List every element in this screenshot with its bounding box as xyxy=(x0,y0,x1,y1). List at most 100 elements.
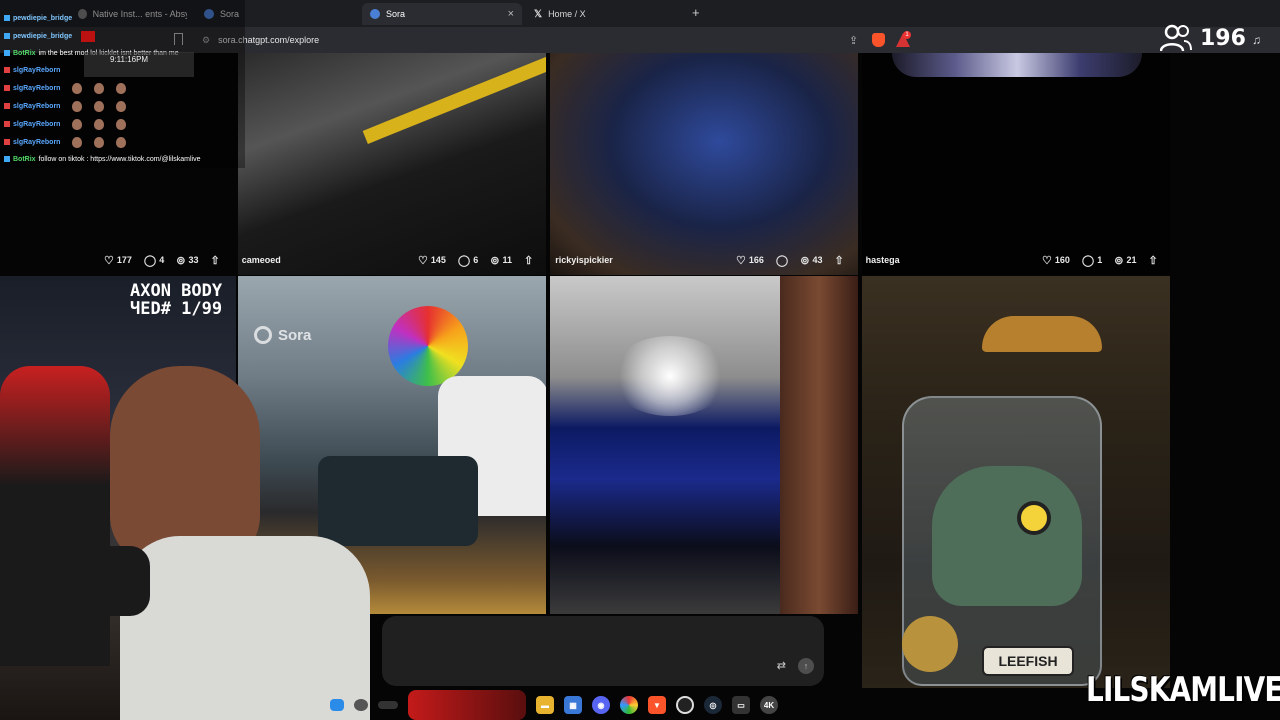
face-emote-icon xyxy=(72,118,83,130)
gaming-chair xyxy=(0,366,110,666)
share-icon[interactable]: ⇧ xyxy=(834,254,843,267)
obs-icon[interactable] xyxy=(676,696,694,714)
share-icon[interactable]: ⇪ xyxy=(849,34,858,47)
taskbar-app-icon[interactable]: ▭ xyxy=(732,696,750,714)
remix-icon: ⊚ xyxy=(490,254,500,267)
chat-message: BotRix follow on tiktok : https://www.tik… xyxy=(4,153,201,165)
face-emote-icon xyxy=(94,82,105,94)
chat-overlay: pewdiepie_bridge pewdiepie_bridge BotRix… xyxy=(0,0,245,168)
comment-icon: ◯ xyxy=(1081,254,1095,267)
remix-stat[interactable]: ⊚ 43 xyxy=(800,254,822,267)
face-emote-icon xyxy=(72,136,83,148)
chat-message: slgRayReborn xyxy=(4,136,127,148)
store-icon[interactable]: ▦ xyxy=(564,696,582,714)
chat-message: slgRayReborn xyxy=(4,82,127,94)
comments-stat[interactable]: ◯ xyxy=(776,254,788,267)
tab-home-x[interactable]: 𝕏 Home / X xyxy=(526,3,686,25)
prompt-composer[interactable]: ⇄ ↑ xyxy=(382,616,824,686)
comments-stat[interactable]: ◯ 4 xyxy=(144,254,164,267)
username[interactable]: cameoed xyxy=(242,255,281,265)
porch-light xyxy=(610,336,730,416)
close-tab-icon[interactable]: × xyxy=(508,8,514,20)
url-field[interactable]: ⚙ sora.chatgpt.com/explore xyxy=(196,31,914,49)
chat-badge-icon xyxy=(4,33,10,39)
chat-message: pewdiepie_bridge xyxy=(4,30,96,42)
video-card-3[interactable] xyxy=(862,53,1170,275)
settings-sliders-icon[interactable]: ⇄ xyxy=(777,659,786,672)
taskbar-app-icon[interactable] xyxy=(330,699,344,711)
channel-brand: LILSKAMLIVE xyxy=(1086,670,1280,710)
chat-badge-icon xyxy=(4,103,10,109)
emote-icon xyxy=(81,30,96,42)
chat-badge-icon xyxy=(4,15,10,21)
chat-message: slgRayReborn xyxy=(4,100,127,112)
face-emote-icon xyxy=(94,100,105,112)
viewer-count-widget: 196 xyxy=(1160,24,1246,52)
remix-stat[interactable]: ⊚ 11 xyxy=(490,254,512,267)
brave-shields-icon[interactable] xyxy=(872,33,885,47)
creature-eye xyxy=(1017,501,1051,535)
card-1-meta: ♡ 177 ◯ 4 ⊚ 33 ⇧ cameoed xyxy=(104,252,281,268)
face-emote-icon xyxy=(116,136,127,148)
likes-stat[interactable]: ♡ 166 xyxy=(736,254,764,267)
send-arrow-icon[interactable]: ↑ xyxy=(798,658,814,674)
comment-icon: ◯ xyxy=(457,254,471,267)
video-card-1[interactable] xyxy=(238,53,546,275)
face-emote-icon xyxy=(116,118,127,130)
video-card-7[interactable]: LEEFISH xyxy=(862,276,1170,688)
share-icon[interactable]: ⇧ xyxy=(1148,254,1157,267)
chat-message: slgRayReborn xyxy=(4,64,60,76)
taskbar-app-icon[interactable] xyxy=(408,690,526,720)
username[interactable]: rickyispickier xyxy=(555,255,613,265)
heart-icon: ♡ xyxy=(736,254,746,267)
likes-stat[interactable]: ♡ 177 xyxy=(104,254,132,267)
heart-icon: ♡ xyxy=(104,254,114,267)
comments-stat[interactable]: ◯ 6 xyxy=(458,254,478,267)
likes-stat[interactable]: ♡ 145 xyxy=(418,254,446,267)
face-emote-icon xyxy=(72,100,83,112)
card-2-meta: ♡ 145 ◯ 6 ⊚ 11 ⇧ rickyispickier xyxy=(418,252,613,268)
video-thumb-top xyxy=(892,53,1142,77)
heart-icon: ♡ xyxy=(418,254,428,267)
file-explorer-icon[interactable]: ▬ xyxy=(536,696,554,714)
remix-icon: ⊚ xyxy=(800,254,810,267)
video-card-6[interactable] xyxy=(550,276,858,614)
comment-icon: ◯ xyxy=(143,254,157,267)
tab-label: Home / X xyxy=(548,9,586,19)
chat-message: pewdiepie_bridge xyxy=(4,12,72,24)
face-emote-icon xyxy=(72,82,83,94)
share-icon[interactable]: ⇧ xyxy=(210,254,219,267)
chat-badge-icon xyxy=(4,156,10,162)
comment-icon: ◯ xyxy=(775,254,789,267)
remix-stat[interactable]: ⊚ 21 xyxy=(1114,254,1136,267)
steam-icon[interactable]: ◎ xyxy=(704,696,722,714)
taskbar-app-icon[interactable] xyxy=(354,699,368,711)
4k-app-icon[interactable]: 4K xyxy=(760,696,778,714)
share-icon[interactable]: ⇧ xyxy=(524,254,533,267)
face-emote-icon xyxy=(94,136,105,148)
tab-sora-active[interactable]: Sora × xyxy=(362,3,522,25)
chat-badge-icon xyxy=(4,85,10,91)
brave-icon[interactable]: ▼ xyxy=(648,696,666,714)
lamp-shade xyxy=(982,316,1102,352)
card-3-meta: ♡ 166 ◯ ⊚ 43 ⇧ hastega xyxy=(736,252,900,268)
discord-icon[interactable]: ◉ xyxy=(592,696,610,714)
chat-badge-icon xyxy=(4,67,10,73)
webcam-feed xyxy=(0,276,370,720)
users-icon xyxy=(1160,24,1192,52)
music-note-icon: ♫ xyxy=(1252,33,1261,47)
sora-favicon-icon xyxy=(370,9,380,19)
taskbar-app-icon[interactable] xyxy=(378,701,398,709)
sora-watermark: Sora xyxy=(254,326,311,344)
video-card-2[interactable] xyxy=(550,53,858,275)
taskbar: ▬ ▦ ◉ ▼ ◎ ▭ 4K xyxy=(320,690,800,720)
chrome-icon[interactable] xyxy=(620,696,638,714)
username[interactable]: hastega xyxy=(866,255,900,265)
car-shape xyxy=(318,456,478,546)
sora-logo-icon xyxy=(254,326,272,344)
likes-stat[interactable]: ♡ 160 xyxy=(1042,254,1070,267)
comments-stat[interactable]: ◯ 1 xyxy=(1082,254,1102,267)
remix-stat[interactable]: ⊚ 33 xyxy=(176,254,198,267)
microphone xyxy=(10,546,150,616)
new-tab-button[interactable]: + xyxy=(692,5,700,20)
